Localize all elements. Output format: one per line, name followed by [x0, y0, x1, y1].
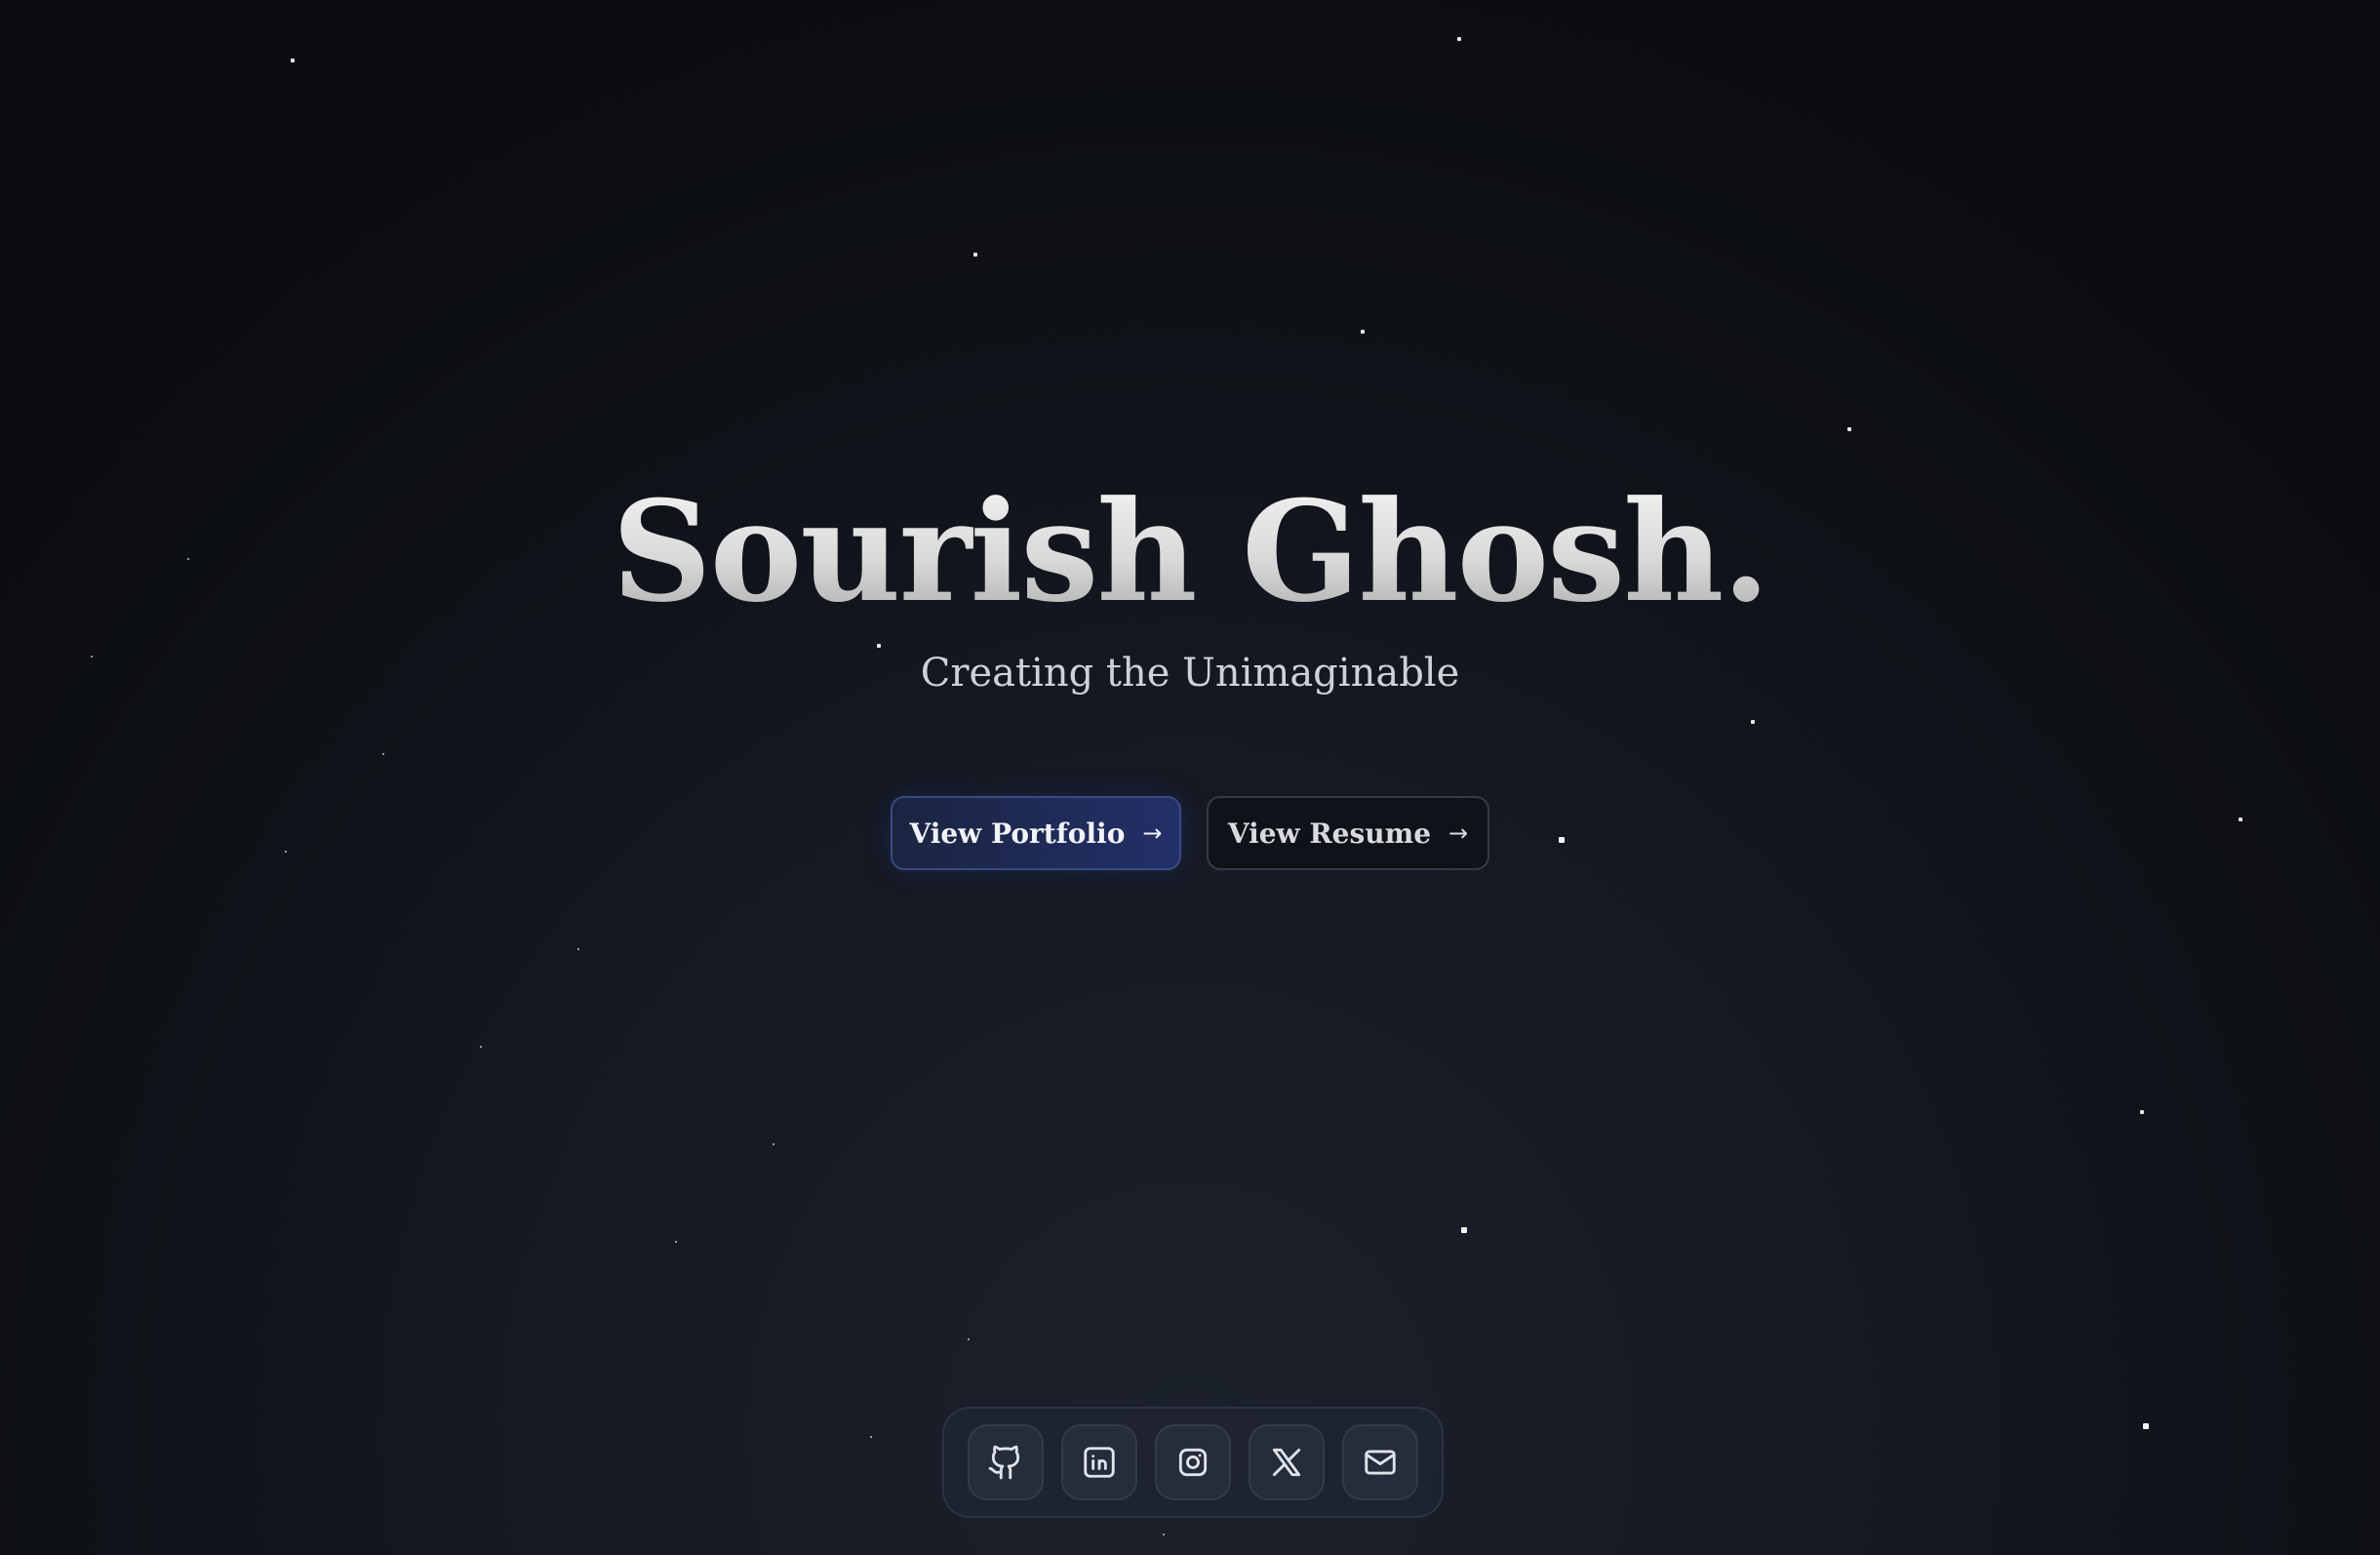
arrow-right-icon: → [1448, 819, 1469, 847]
star [870, 1436, 872, 1438]
view-portfolio-button[interactable]: View Portfolio → [891, 796, 1181, 870]
star [968, 1338, 970, 1340]
hero-title: Sourish Ghosh. [0, 474, 2380, 630]
star [1847, 427, 1851, 431]
view-resume-label: View Resume [1227, 817, 1432, 850]
star [675, 1241, 677, 1243]
github-icon [988, 1445, 1020, 1480]
linkedin-link-button[interactable] [1061, 1424, 1137, 1500]
star [973, 253, 977, 257]
email-link-button[interactable] [1342, 1424, 1418, 1500]
hero-section: Sourish Ghosh. Creating the Unimaginable [0, 474, 2380, 698]
linkedin-icon [1084, 1447, 1115, 1478]
hero-actions: View Portfolio → View Resume → [0, 796, 2380, 870]
x-twitter-link-button[interactable] [1249, 1424, 1325, 1500]
mail-icon [1365, 1450, 1396, 1475]
star [1163, 1534, 1165, 1535]
hero-subtitle: Creating the Unimaginable [920, 651, 1460, 696]
social-links-dock [942, 1407, 1444, 1518]
star [2143, 1423, 2149, 1429]
view-resume-button[interactable]: View Resume → [1207, 796, 1489, 870]
instagram-icon [1178, 1448, 1208, 1477]
instagram-link-button[interactable] [1155, 1424, 1231, 1500]
star [480, 1046, 482, 1048]
starfield-background [0, 0, 2380, 1555]
star [1461, 1227, 1467, 1233]
star [2140, 1110, 2144, 1114]
star [1457, 37, 1461, 41]
github-link-button[interactable] [968, 1424, 1044, 1500]
star [577, 948, 579, 950]
star [1751, 720, 1755, 724]
view-portfolio-label: View Portfolio [909, 817, 1126, 850]
star [291, 59, 295, 62]
star [1361, 330, 1365, 334]
arrow-right-icon: → [1142, 819, 1163, 847]
x-twitter-icon [1272, 1448, 1301, 1477]
star [382, 753, 384, 755]
star [773, 1143, 774, 1145]
